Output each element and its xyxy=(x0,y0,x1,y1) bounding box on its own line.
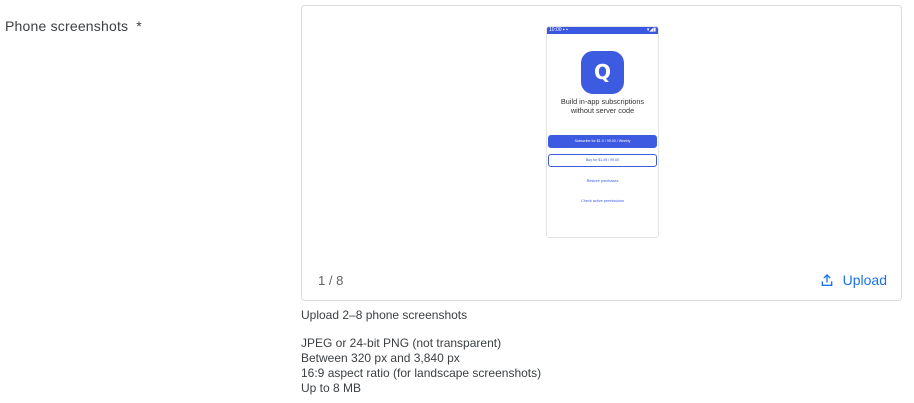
screenshot-counter: 1 / 8 xyxy=(318,273,344,288)
requirement-format: JPEG or 24-bit PNG (not transparent) xyxy=(301,336,502,350)
preview-check-link: Check active permissions xyxy=(580,199,625,203)
required-marker: * xyxy=(136,18,142,34)
status-bar-left: 10:00 ▪ ▪ xyxy=(549,27,568,33)
upload-button[interactable]: Upload xyxy=(819,269,887,291)
requirement-size: Between 320 px and 3,840 px xyxy=(301,351,460,365)
upload-button-label: Upload xyxy=(842,272,887,288)
app-title: Build in-app subscriptions without serve… xyxy=(547,97,658,115)
requirement-aspect: 16:9 aspect ratio (for landscape screens… xyxy=(301,366,542,380)
app-logo: Q xyxy=(581,51,624,94)
field-label: Phone screenshots * xyxy=(5,18,142,34)
preview-subscribe-button: Subscribe for $1.0 / 99.00 / Weekly xyxy=(548,135,657,148)
screenshot-thumbnail[interactable]: 10:00 ▪ ▪ ▾◢▮ Q Build in-app subscriptio… xyxy=(546,26,659,238)
field-label-text: Phone screenshots xyxy=(5,18,129,34)
requirements-list: JPEG or 24-bit PNG (not transparent) Bet… xyxy=(301,336,541,396)
app-title-line-2: without server code xyxy=(570,106,635,115)
upload-icon xyxy=(821,274,832,286)
preview-restore-link: Restore purchases xyxy=(586,179,619,183)
phone-status-bar: 10:00 ▪ ▪ ▾◢▮ xyxy=(547,27,658,34)
screenshot-upload-card: 10:00 ▪ ▪ ▾◢▮ Q Build in-app subscriptio… xyxy=(301,5,902,301)
preview-buy-button: Buy for $1.49 / 99.00 xyxy=(548,154,657,167)
requirement-filesize: Up to 8 MB xyxy=(301,381,362,395)
upload-helper-text: Upload 2–8 phone screenshots xyxy=(301,308,468,322)
app-title-line-1: Build in-app subscriptions xyxy=(560,97,645,106)
status-bar-right: ▾◢▮ xyxy=(646,27,656,33)
